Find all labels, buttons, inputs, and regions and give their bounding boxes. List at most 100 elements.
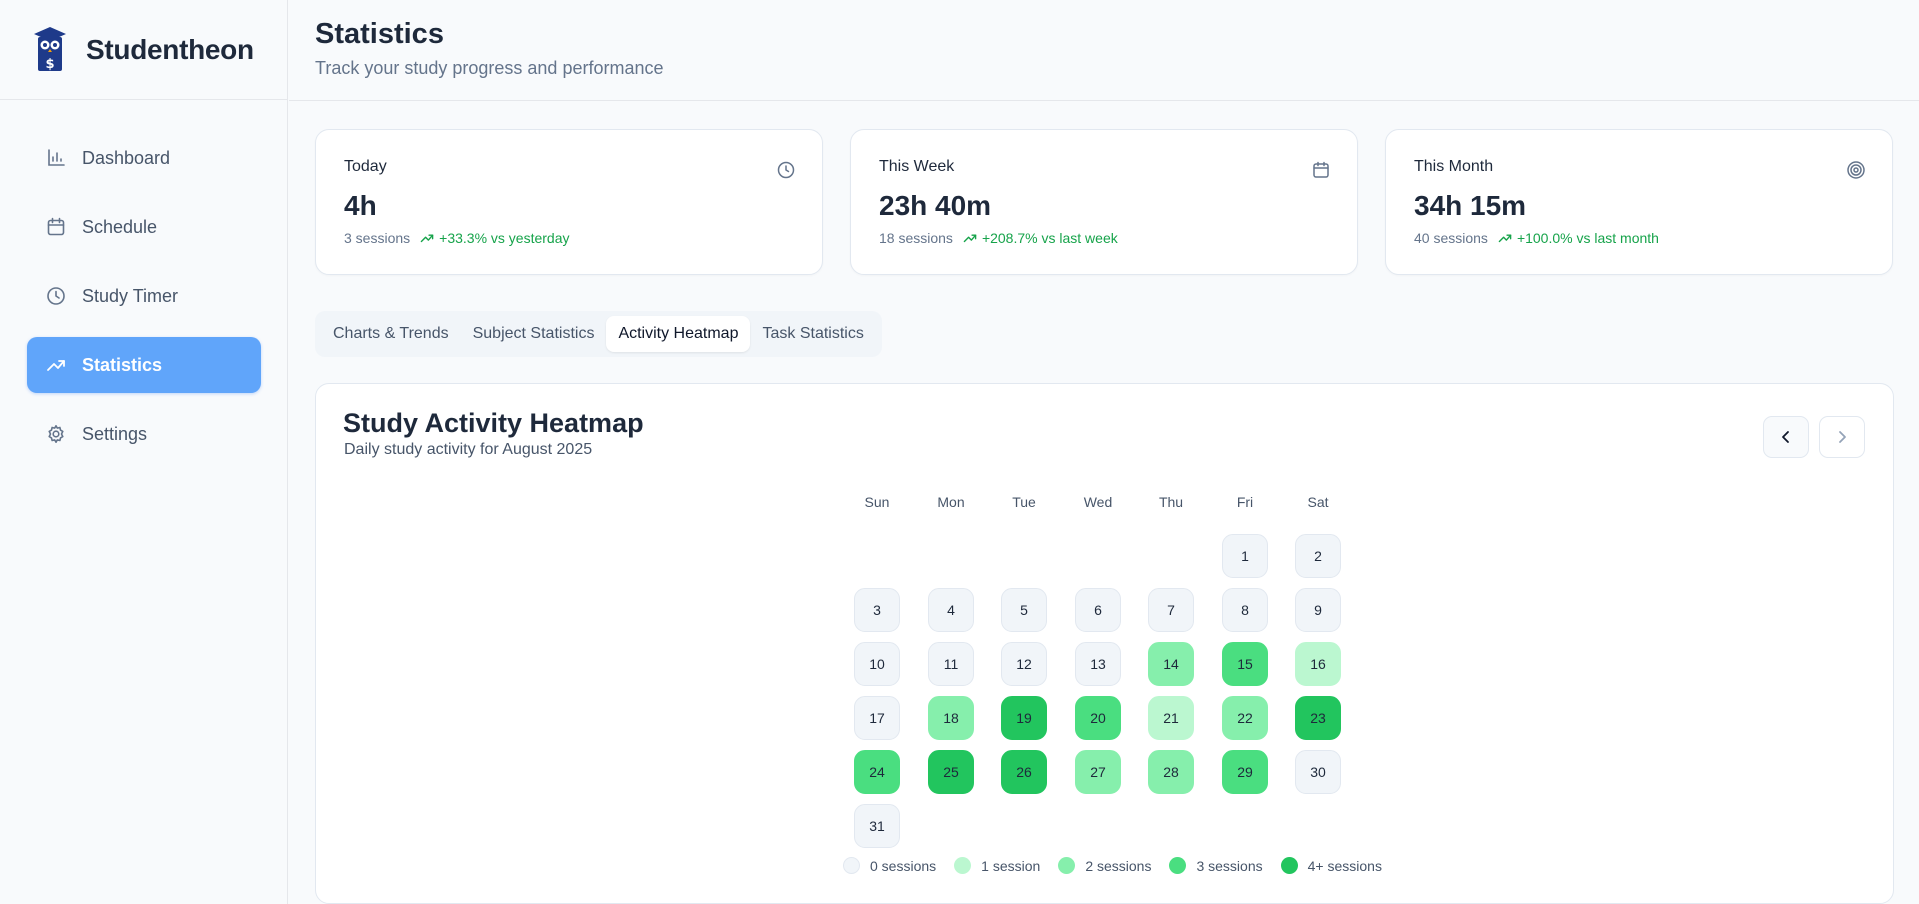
heatmap-day[interactable]: 31 [854, 804, 900, 848]
stat-sessions: 40 sessions [1414, 230, 1488, 246]
stat-sessions: 3 sessions [344, 230, 411, 246]
tab-charts-trends[interactable]: Charts & Trends [321, 316, 461, 352]
heatmap-day[interactable]: 11 [928, 642, 974, 686]
heatmap-day[interactable]: 28 [1148, 750, 1194, 794]
trending-up-icon [1498, 234, 1512, 243]
heatmap-day[interactable]: 26 [1001, 750, 1047, 794]
stat-label: This Month [1414, 158, 1494, 175]
stat-trend: +208.7% vs last week [963, 230, 1118, 246]
heatmap-day[interactable]: 14 [1148, 642, 1194, 686]
heatmap-title: Study Activity Heatmap [343, 408, 644, 438]
legend-label: 2 sessions [1085, 857, 1152, 874]
calendar-icon [1313, 161, 1329, 178]
heatmap-day[interactable]: 29 [1222, 750, 1268, 794]
heatmap-day[interactable]: 7 [1148, 588, 1194, 632]
weekday-label: Wed [1083, 494, 1113, 510]
heatmap-day[interactable]: 15 [1222, 642, 1268, 686]
heatmap-day[interactable]: 5 [1001, 588, 1047, 632]
heatmap-panel: Study Activity Heatmap Daily study activ… [315, 383, 1894, 904]
heatmap-day[interactable]: 13 [1075, 642, 1121, 686]
heatmap-day[interactable]: 19 [1001, 696, 1047, 740]
heatmap-day[interactable]: 1 [1222, 534, 1268, 578]
legend-swatch [1169, 857, 1187, 874]
stat-sessions: 18 sessions [879, 230, 953, 246]
heatmap-day[interactable]: 16 [1295, 642, 1341, 686]
heatmap-day[interactable]: 25 [928, 750, 974, 794]
clock-icon [777, 161, 795, 179]
weekday-label: Fri [1236, 494, 1254, 510]
page-header: Statistics Track your study progress and… [289, 0, 1919, 101]
legend-label: 4+ sessions [1307, 857, 1382, 874]
tab-subject-statistics[interactable]: Subject Statistics [461, 316, 607, 352]
brand[interactable]: $ Studentheon [0, 0, 287, 100]
heatmap-day[interactable]: 12 [1001, 642, 1047, 686]
stat-card-week: This Week 23h 40m 18 sessions +208.7% vs… [850, 129, 1358, 275]
clock-icon [45, 285, 67, 307]
heatmap-day[interactable]: 30 [1295, 750, 1341, 794]
weekday-label: Tue [1012, 494, 1036, 510]
stat-trend-text: +100.0% vs last month [1516, 230, 1659, 246]
tab-task-statistics[interactable]: Task Statistics [750, 316, 875, 352]
sidebar-item-study-timer[interactable]: Study Timer [27, 268, 261, 324]
stat-label: This Week [879, 158, 955, 175]
stat-value: 23h 40m [879, 190, 992, 221]
legend-item: 1 session [954, 857, 1040, 874]
heatmap-day[interactable]: 22 [1222, 696, 1268, 740]
stat-sub: 18 sessions +208.7% vs last week [879, 230, 1118, 246]
sidebar-item-settings[interactable]: Settings [27, 406, 261, 462]
heatmap-subtitle: Daily study activity for August 2025 [344, 441, 593, 458]
heatmap-day[interactable]: 3 [854, 588, 900, 632]
legend-label: 3 sessions [1196, 857, 1263, 874]
legend-item: 3 sessions [1169, 857, 1263, 874]
chevron-left-icon [1782, 431, 1789, 443]
legend-item: 0 sessions [843, 857, 936, 874]
chevron-right-icon [1839, 431, 1846, 443]
sidebar-item-label: Dashboard [82, 147, 171, 168]
heatmap-day[interactable]: 27 [1075, 750, 1121, 794]
heatmap-day[interactable]: 10 [854, 642, 900, 686]
app-name: Studentheon [86, 33, 254, 65]
owl-logo-icon: $ [34, 26, 66, 72]
sidebar-item-label: Statistics [82, 354, 163, 375]
sidebar-nav: Dashboard Schedule Study Timer Statistic… [27, 130, 261, 475]
page-title: Statistics [315, 18, 444, 50]
heatmap-day[interactable]: 20 [1075, 696, 1121, 740]
heatmap-day[interactable]: 6 [1075, 588, 1121, 632]
next-month-button[interactable] [1819, 416, 1865, 458]
sidebar-item-label: Schedule [82, 216, 158, 237]
gear-icon [45, 423, 67, 445]
heatmap-day[interactable]: 23 [1295, 696, 1341, 740]
legend-item: 4+ sessions [1280, 857, 1382, 874]
heatmap-day[interactable]: 2 [1295, 534, 1341, 578]
weekday-label: Sat [1307, 494, 1329, 510]
stat-trend: +100.0% vs last month [1498, 230, 1659, 246]
trending-up-icon [963, 234, 977, 243]
heatmap-day[interactable]: 17 [854, 696, 900, 740]
heatmap-day[interactable]: 18 [928, 696, 974, 740]
stat-label: Today [344, 158, 387, 175]
stat-value: 4h [344, 190, 377, 221]
bar-chart-icon [45, 147, 67, 169]
legend-swatch [843, 857, 860, 874]
stat-value: 34h 15m [1414, 190, 1527, 221]
stat-trend: +33.3% vs yesterday [420, 230, 570, 246]
sidebar-item-label: Study Timer [82, 285, 179, 306]
heatmap-day[interactable]: 24 [854, 750, 900, 794]
previous-month-button[interactable] [1763, 416, 1809, 458]
heatmap-day[interactable]: 9 [1295, 588, 1341, 632]
page-subtitle: Track your study progress and performanc… [315, 58, 664, 78]
svg-text:$: $ [45, 57, 54, 72]
trending-up-icon [420, 234, 434, 243]
sidebar-item-statistics[interactable]: Statistics [27, 337, 261, 393]
weekday-label: Mon [937, 494, 965, 510]
stat-sub: 40 sessions +100.0% vs last month [1414, 230, 1659, 246]
heatmap-day[interactable]: 8 [1222, 588, 1268, 632]
stat-sub: 3 sessions +33.3% vs yesterday [344, 230, 570, 246]
heatmap-day[interactable]: 4 [928, 588, 974, 632]
heatmap-day[interactable]: 21 [1148, 696, 1194, 740]
sidebar-item-schedule[interactable]: Schedule [27, 199, 261, 255]
tab-activity-heatmap[interactable]: Activity Heatmap [606, 316, 751, 352]
sidebar-item-dashboard[interactable]: Dashboard [27, 130, 261, 186]
sidebar: $ Studentheon Dashboard Schedule Study T… [0, 0, 288, 904]
trending-up-icon [45, 354, 67, 376]
